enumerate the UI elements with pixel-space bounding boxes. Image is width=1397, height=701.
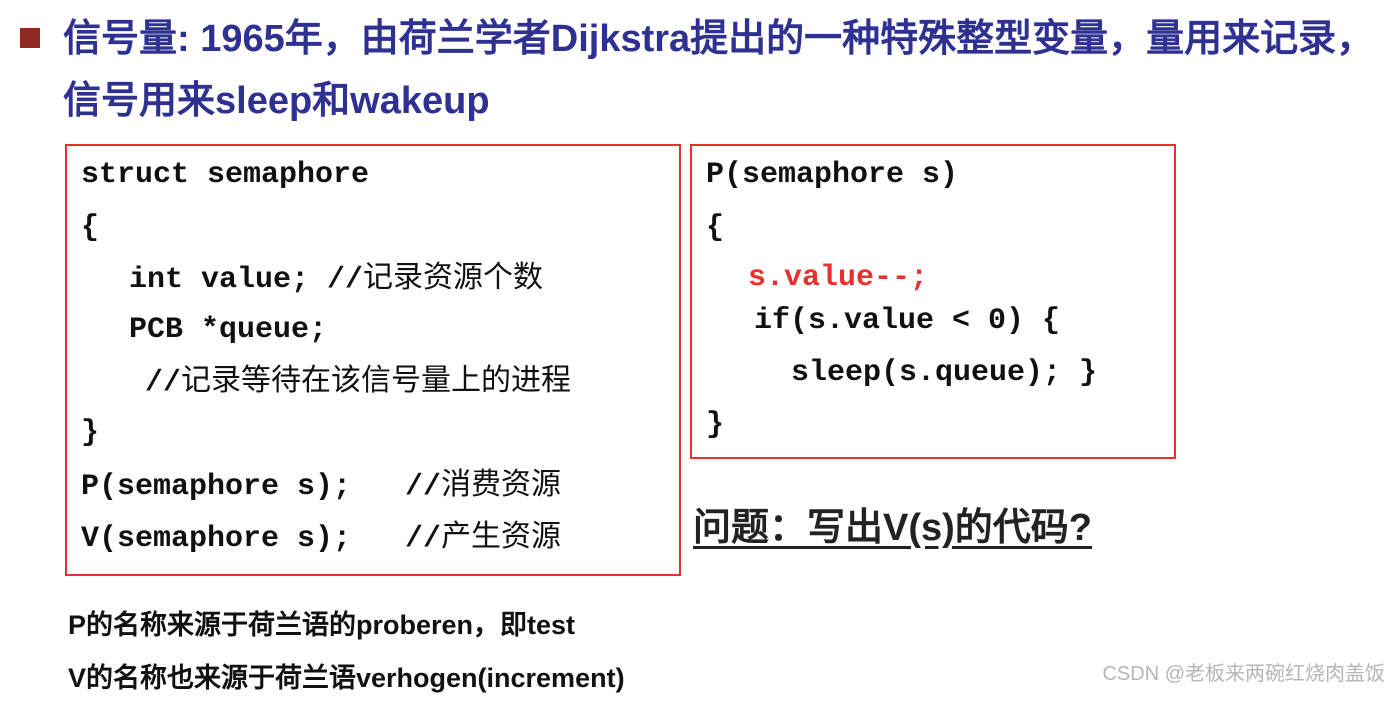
code-line-struct: struct semaphore bbox=[81, 158, 370, 192]
note-p-origin: P的名称来源于荷兰语的proberen，即test bbox=[68, 610, 576, 640]
bullet-square-icon bbox=[20, 28, 40, 48]
code-line-if: if(s.value < 0) { bbox=[754, 304, 1061, 338]
code-line-v-decl: V(semaphore s); //产生资源 bbox=[81, 519, 562, 557]
code-line-open-brace: { bbox=[706, 211, 725, 245]
code-line-pcb-queue: PCB *queue; bbox=[129, 313, 328, 347]
code-comment: 消费资源 bbox=[441, 467, 562, 502]
code-line-open-brace: { bbox=[81, 211, 100, 245]
code-text: // bbox=[145, 366, 182, 400]
code-line-queue-comment: //记录等待在该信号量上的进程 bbox=[145, 363, 572, 401]
struct-semaphore-box: struct semaphore { int value; //记录资源个数 P… bbox=[65, 144, 681, 576]
code-comment: 记录等待在该信号量上的进程 bbox=[181, 363, 572, 398]
code-line-close-brace: } bbox=[706, 408, 725, 442]
question-text: 问题：写出V(s)的代码? bbox=[693, 507, 1093, 549]
code-text: P(semaphore s); // bbox=[81, 470, 442, 504]
code-line-int-value: int value; //记录资源个数 bbox=[129, 260, 544, 298]
code-comment: 记录资源个数 bbox=[363, 260, 544, 295]
code-line-sleep: sleep(s.queue); } bbox=[791, 356, 1098, 390]
note-v-origin: V的名称也来源于荷兰语verhogen(increment) bbox=[68, 663, 625, 693]
code-line-p-decl: P(semaphore s); //消费资源 bbox=[81, 467, 562, 505]
p-operation-box: P(semaphore s) { s.value--; if(s.value <… bbox=[690, 144, 1176, 459]
code-line-decrement: s.value--; bbox=[748, 261, 929, 295]
code-line-close-brace: } bbox=[81, 416, 100, 450]
code-comment: 产生资源 bbox=[441, 519, 562, 554]
slide-heading: 信号量: 1965年，由荷兰学者Dijkstra提出的一种特殊整型变量，量用来记… bbox=[63, 18, 1375, 122]
csdn-watermark: CSDN @老板来两碗红烧肉盖饭 bbox=[1102, 663, 1385, 685]
code-text: int value; // bbox=[129, 263, 364, 297]
code-line-p-signature: P(semaphore s) bbox=[706, 158, 959, 192]
code-text: V(semaphore s); // bbox=[81, 522, 442, 556]
